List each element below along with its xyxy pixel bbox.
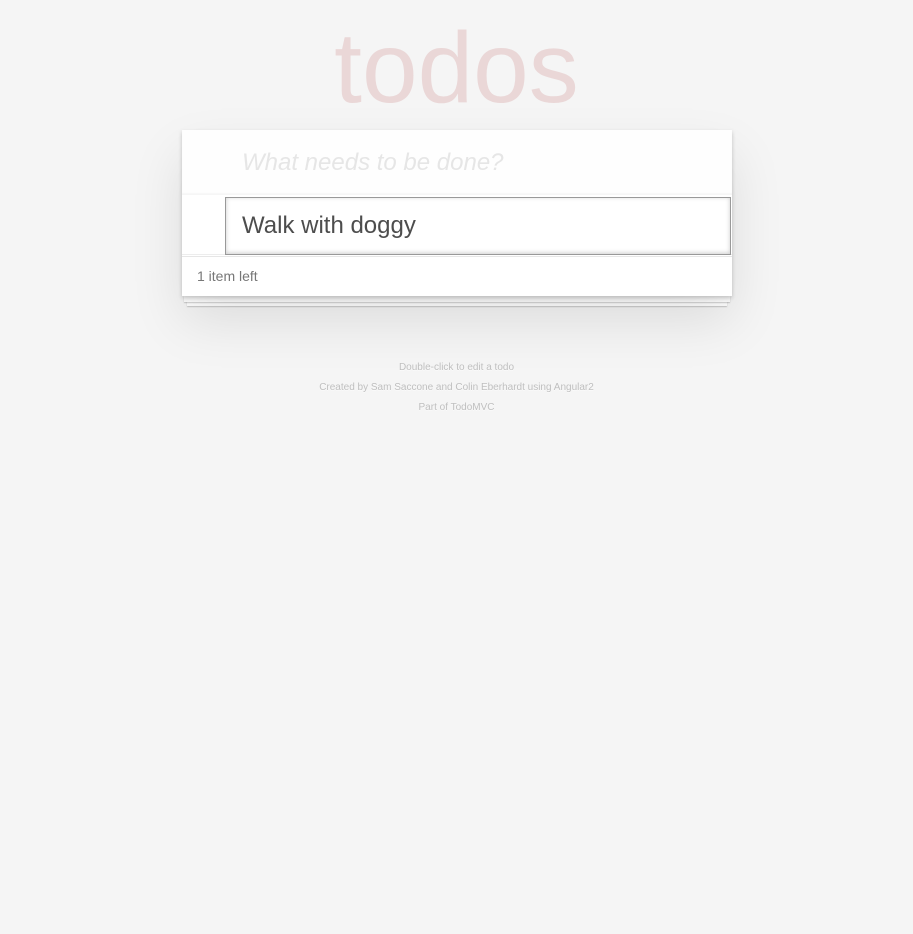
credits-text: Created by Sam Saccone and Colin Eberhar…: [319, 382, 594, 393]
edit-hint: Double-click to edit a todo: [398, 362, 515, 373]
todo-footer: 1 item left: [182, 256, 732, 296]
todo-count: 1 item left: [197, 268, 258, 284]
card-stack-shadow-1: [184, 296, 730, 302]
todo-edit-input[interactable]: [225, 197, 731, 255]
new-todo-input[interactable]: [182, 130, 732, 195]
todo-list-item[interactable]: [182, 196, 732, 255]
app-title: todos: [334, 12, 579, 124]
info-footer: Double-click to edit a todo Created by S…: [0, 358, 913, 418]
todo-app-card: 1 item left: [182, 130, 732, 296]
todomvc-link[interactable]: Part of TodoMVC: [419, 402, 495, 413]
